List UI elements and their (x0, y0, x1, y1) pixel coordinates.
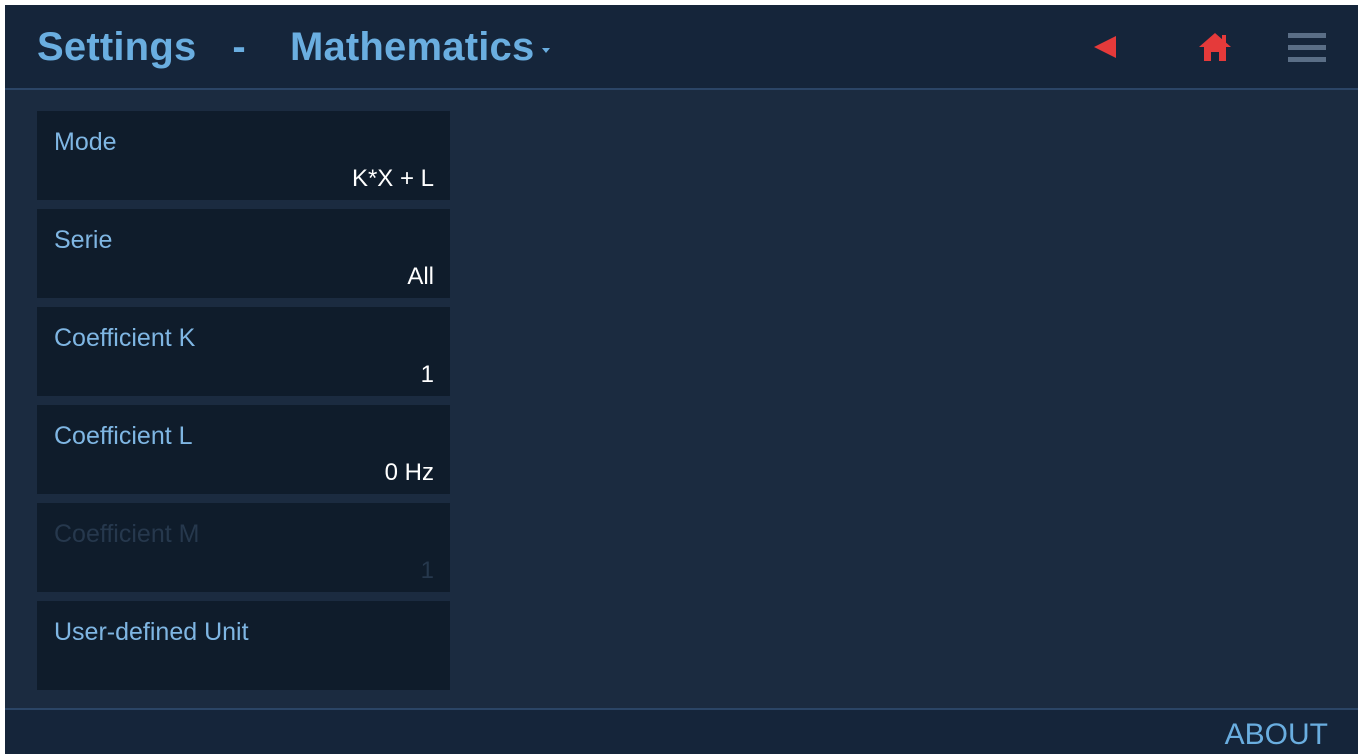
hamburger-menu-icon (1288, 33, 1326, 62)
back-arrow-icon (1094, 36, 1116, 58)
setting-label: Mode (54, 128, 117, 156)
setting-value: 1 (420, 557, 434, 584)
setting-mode[interactable]: Mode K*X + L (37, 111, 450, 200)
title-settings: Settings (37, 24, 197, 69)
home-button[interactable] (1195, 29, 1235, 65)
setting-label: Coefficient L (54, 422, 193, 450)
title-separator: - (232, 24, 246, 69)
about-link[interactable]: ABOUT (1225, 718, 1328, 752)
menu-button[interactable] (1287, 29, 1327, 65)
setting-label: Coefficient M (54, 520, 200, 548)
section-dropdown[interactable]: Mathematics (290, 25, 551, 70)
setting-user-defined-unit[interactable]: User-defined Unit (37, 601, 450, 690)
setting-coefficient-l[interactable]: Coefficient L 0 Hz (37, 405, 450, 494)
home-icon (1199, 33, 1231, 61)
setting-label: Coefficient K (54, 324, 196, 352)
setting-coefficient-m: Coefficient M 1 (37, 503, 450, 592)
footer-bar: ABOUT (5, 708, 1358, 754)
setting-label: Serie (54, 226, 113, 254)
page-title: Settings - Mathematics (37, 21, 551, 73)
setting-value: 1 (420, 361, 434, 388)
chevron-down-icon (542, 47, 551, 53)
setting-value: 0 Hz (384, 459, 434, 486)
setting-value: All (407, 263, 434, 290)
header-bar: Settings - Mathematics (5, 5, 1358, 90)
setting-serie[interactable]: Serie All (37, 209, 450, 298)
setting-coefficient-k[interactable]: Coefficient K 1 (37, 307, 450, 396)
settings-screen: Settings - Mathematics Mode K*X + L Seri… (5, 5, 1358, 754)
setting-label: User-defined Unit (54, 618, 249, 646)
setting-value: K*X + L (351, 165, 434, 192)
back-button[interactable] (1085, 29, 1125, 65)
section-dropdown-label: Mathematics (289, 24, 535, 69)
settings-list: Mode K*X + L Serie All Coefficient K 1 C… (37, 111, 450, 699)
